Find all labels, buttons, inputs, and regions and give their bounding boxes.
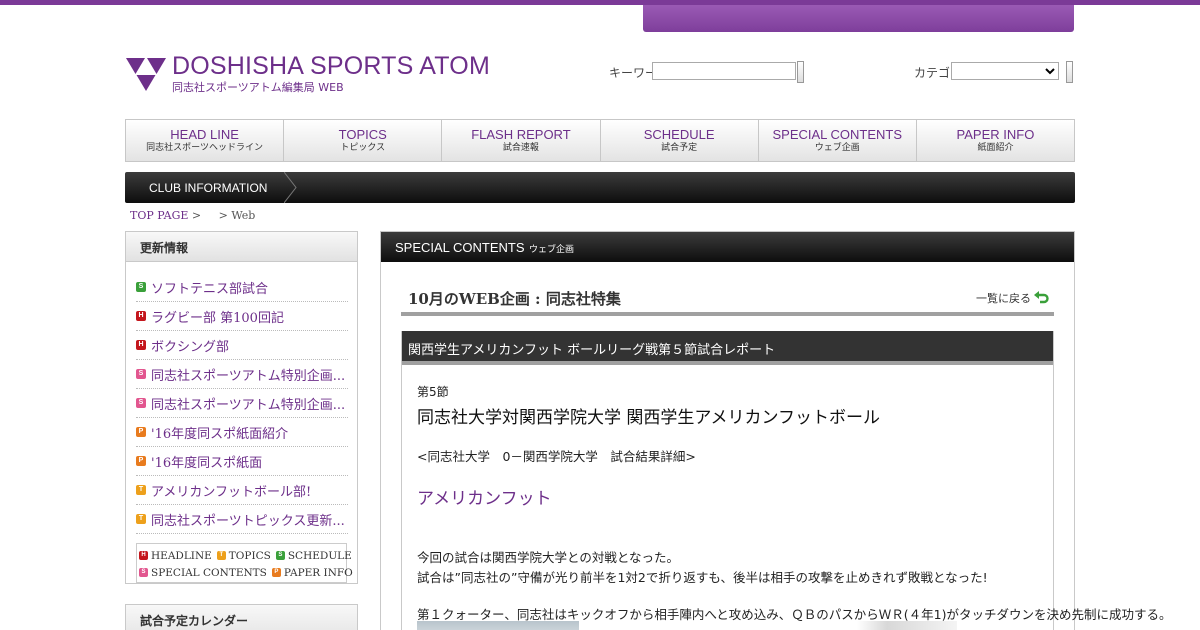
club-information-tab[interactable]: CLUB INFORMATION	[149, 181, 267, 195]
list-item-text: アメリカンフットボール部!	[151, 484, 312, 500]
category-search: カテゴリ	[914, 61, 1079, 83]
site-title: DOSHISHA SPORTS ATOM	[172, 52, 490, 80]
nav-topics[interactable]: TOPICS トピックス	[284, 120, 443, 161]
article-paragraph: 試合は”同志社の”守備が光り前半を1対2で折り返すも、後半は相手の攻撃を止めきれ…	[417, 570, 988, 585]
nav-sublabel: 同志社スポーツヘッドライン	[146, 143, 263, 153]
updates-list: S ソフトテニス部試合 H ラグビー部 第100回記 H ボクシング部 S 同志社スポー…	[136, 273, 348, 534]
back-to-list-link[interactable]: 一覧に戻る	[976, 290, 1050, 306]
section-header: SPECIAL CONTENTS ウェブ企画	[381, 232, 1074, 262]
nav-schedule[interactable]: SCHEDULE 試合予定	[601, 120, 759, 161]
nav-flash-report[interactable]: FLASH REPORT 試合速報	[442, 120, 601, 161]
legend-label: SCHEDULE	[287, 549, 352, 562]
title-divider	[401, 312, 1054, 316]
keyword-input[interactable]	[652, 62, 796, 80]
list-item[interactable]: P '16年度同スポ紙面	[136, 447, 348, 476]
return-arrow-icon	[1034, 291, 1049, 304]
list-item[interactable]: T 同志社スポーツトピックス更新...	[136, 505, 348, 534]
nav-sublabel: ウェブ企画	[814, 143, 860, 153]
list-item-text: ラグビー部 第100回記	[151, 310, 284, 326]
headline-badge-icon: H	[139, 551, 148, 560]
updates-sidebar: 更新情報 S ソフトテニス部試合 H ラグビー部 第100回記 H ボクシング部 S同…	[125, 231, 358, 584]
round-label: 第5節	[417, 385, 449, 399]
logo-triangles-icon	[126, 58, 166, 91]
nav-special-contents[interactable]: SPECIAL CONTENTS ウェブ企画	[759, 120, 917, 161]
list-item[interactable]: S 同志社スポーツアトム特別企画...	[136, 360, 348, 389]
list-item[interactable]: T アメリカンフットボール部!	[136, 476, 348, 505]
list-item-text: '16年度同スポ紙面紹介	[151, 426, 289, 442]
nav-label: SPECIAL CONTENTS	[772, 127, 903, 142]
category-search-button[interactable]	[1066, 61, 1073, 83]
nav-label: FLASH REPORT	[471, 127, 571, 142]
site-logo[interactable]: DOSHISHA SPORTS ATOM 同志社スポーツアトム編集局 WEB	[126, 52, 490, 94]
keyword-search-button[interactable]	[797, 61, 804, 83]
list-item-text: ボクシング部	[151, 339, 230, 355]
list-item[interactable]: S 同志社スポーツアトム特別企画...	[136, 389, 348, 418]
special-badge-icon: S	[139, 568, 148, 577]
tab-arrow-icon	[284, 172, 297, 203]
nav-label: HEAD LINE	[170, 127, 239, 142]
schedule-badge-icon: S	[275, 551, 285, 560]
breadcrumb-current: > Web	[218, 209, 256, 222]
list-item[interactable]: S ソフトテニス部試合	[136, 273, 348, 302]
list-item[interactable]: H ボクシング部	[136, 331, 348, 360]
article: 関西学生アメリカンフット ボールリーグ戦第５節試合レポート 第5節 同志社大学対…	[401, 331, 1171, 630]
nav-sublabel: トピックス	[340, 143, 386, 153]
legend-label: SPECIAL CONTENTS	[151, 566, 267, 579]
article-subheading: アメリカンフット	[417, 489, 552, 509]
list-item[interactable]: H ラグビー部 第100回記	[136, 302, 348, 331]
top-header-tab	[643, 5, 1074, 32]
list-item-text: 同志社スポーツトピックス更新...	[151, 513, 345, 529]
category-badge-icon: P	[136, 427, 146, 437]
section-title: SPECIAL CONTENTS	[395, 240, 525, 255]
score-line: <同志社大学 0－関西学院大学 試合結果詳細>	[417, 449, 696, 464]
nav-label: TOPICS	[338, 127, 387, 142]
legend-label: HEADLINE	[151, 549, 212, 562]
nav-label: SCHEDULE	[643, 127, 715, 142]
badge-legend: H HEADLINE T TOPICS S SCHEDULE S SPECIAL CON…	[136, 543, 353, 583]
category-badge-icon: S	[136, 398, 146, 408]
nav-sublabel: 試合速報	[502, 143, 539, 153]
list-item-text: 同志社スポーツアトム特別企画...	[151, 397, 346, 413]
category-badge-icon: T	[136, 485, 146, 495]
article-photo	[417, 621, 579, 630]
site-subtitle: 同志社スポーツアトム編集局 WEB	[172, 81, 344, 94]
back-link-label: 一覧に戻る	[976, 292, 1031, 305]
calendar-panel-title: 試合予定カレンダー	[125, 604, 358, 630]
breadcrumb: TOP PAGE > > Web	[130, 209, 255, 222]
category-badge-icon: T	[136, 514, 146, 524]
category-badge-icon: H	[136, 340, 146, 350]
list-item-text: ソフトテニス部試合	[151, 281, 269, 297]
legend-label: PAPER INFO	[283, 566, 353, 579]
legend-label: TOPICS	[228, 549, 271, 562]
paper-badge-icon: P	[271, 568, 281, 577]
nav-headline[interactable]: HEAD LINE 同志社スポーツヘッドライン	[126, 120, 285, 161]
section-subtitle: ウェブ企画	[529, 245, 575, 255]
category-badge-icon: H	[136, 311, 146, 321]
nav-sublabel: 試合予定	[661, 143, 698, 153]
global-nav: HEAD LINE 同志社スポーツヘッドライン TOPICS トピックス FLA…	[125, 119, 1075, 162]
list-item[interactable]: P '16年度同スポ紙面紹介	[136, 418, 348, 447]
article-title: 同志社大学対関西学院大学 関西学生アメリカンフットボール	[417, 408, 881, 428]
list-item-text: '16年度同スポ紙面	[151, 455, 263, 471]
page-title: 10月のWEB企画 : 同志社特集	[408, 290, 621, 308]
topics-badge-icon: T	[216, 551, 226, 560]
nav-label: PAPER INFO	[956, 127, 1035, 142]
article-paragraph: 今回の試合は関西学院大学との対戦となった。	[417, 550, 680, 565]
main-content: SPECIAL CONTENTS ウェブ企画 10月のWEB企画 : 同志社特集…	[380, 231, 1171, 630]
category-badge-icon: P	[136, 456, 146, 466]
article-header: 関西学生アメリカンフット ボールリーグ戦第５節試合レポート	[402, 331, 1053, 365]
category-select[interactable]	[951, 62, 1059, 80]
category-badge-icon: S	[136, 282, 146, 292]
nav-paper-info[interactable]: PAPER INFO 紙面紹介	[917, 120, 1074, 161]
article-photo	[857, 621, 957, 630]
keyword-search: キーワード	[609, 61, 809, 83]
sidebar-title: 更新情報	[126, 232, 357, 262]
breadcrumb-top-link[interactable]: TOP PAGE	[130, 209, 188, 222]
category-badge-icon: S	[136, 369, 146, 379]
nav-sublabel: 紙面紹介	[977, 143, 1014, 153]
breadcrumb-separator: >	[191, 209, 202, 222]
club-information-bar: CLUB INFORMATION	[125, 172, 1075, 203]
list-item-text: 同志社スポーツアトム特別企画...	[151, 368, 346, 384]
